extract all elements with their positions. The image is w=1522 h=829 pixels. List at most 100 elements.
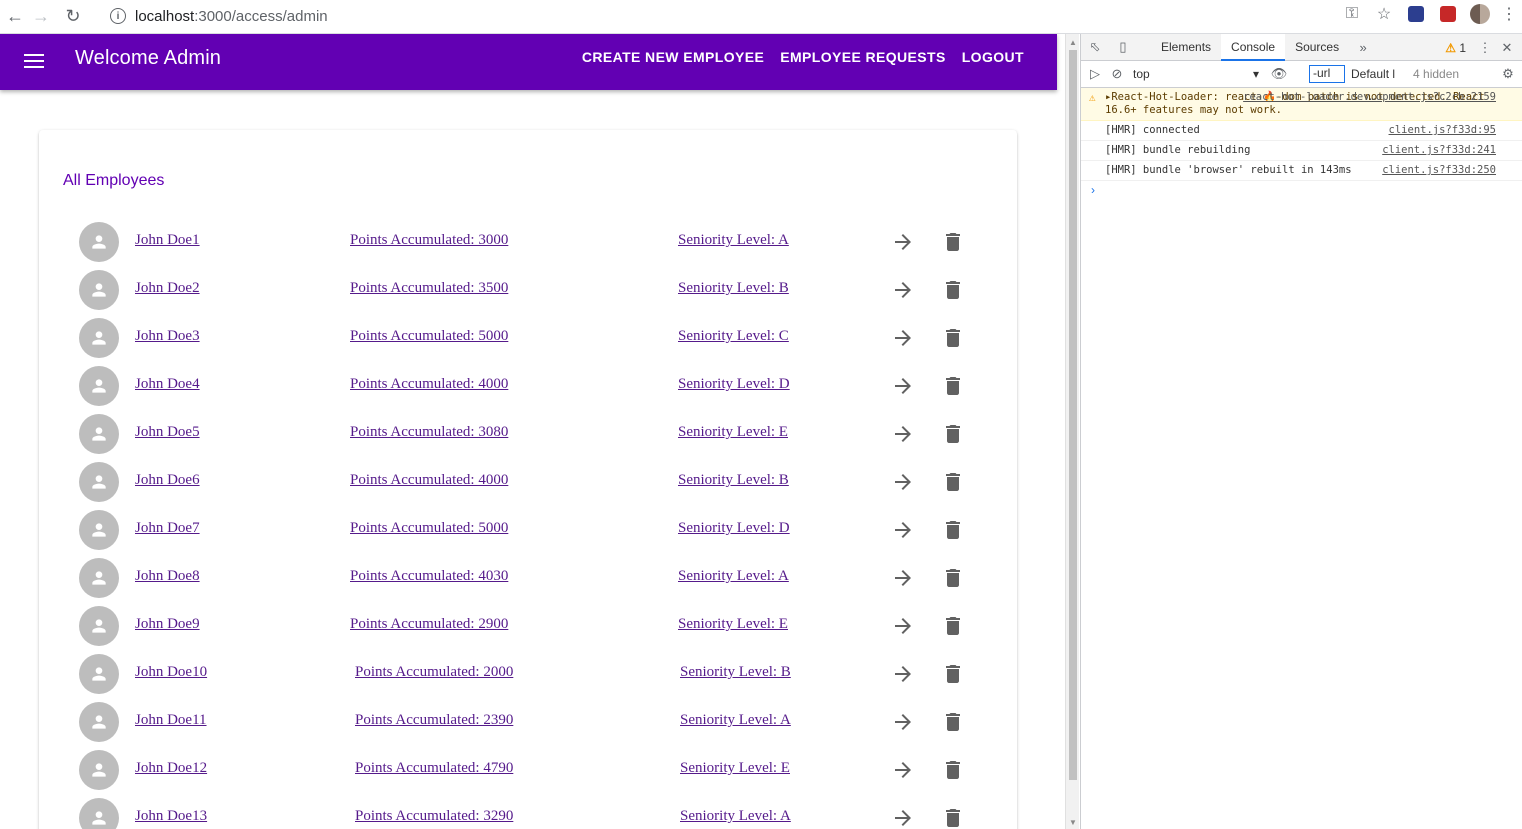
- arrow-forward-icon[interactable]: [891, 662, 915, 686]
- extension-icon[interactable]: [1432, 0, 1464, 28]
- arrow-forward-icon[interactable]: [891, 230, 915, 254]
- arrow-forward-icon[interactable]: [891, 710, 915, 734]
- arrow-forward-icon[interactable]: [891, 806, 915, 829]
- devtools-menu-icon[interactable]: ⋮: [1474, 34, 1496, 61]
- extension-icon[interactable]: [1400, 0, 1432, 28]
- scrollbar-thumb[interactable]: [1069, 50, 1077, 780]
- arrow-forward-icon[interactable]: [891, 614, 915, 638]
- source-link[interactable]: client.js?f33d:250: [1382, 164, 1496, 177]
- delete-icon[interactable]: [941, 806, 965, 829]
- scroll-down-icon[interactable]: ▼: [1069, 818, 1077, 827]
- employee-points-link[interactable]: Points Accumulated: 3500: [350, 280, 508, 297]
- sidebar-toggle-icon[interactable]: ▷: [1081, 61, 1109, 88]
- employee-name-link[interactable]: John Doe13: [135, 808, 207, 825]
- employee-name-link[interactable]: John Doe3: [135, 328, 200, 345]
- employee-level-link[interactable]: Seniority Level: B: [680, 664, 791, 681]
- console-filter-input[interactable]: -url: [1309, 65, 1345, 83]
- employee-name-link[interactable]: John Doe2: [135, 280, 200, 297]
- employee-points-link[interactable]: Points Accumulated: 5000: [350, 328, 508, 345]
- employee-points-link[interactable]: Points Accumulated: 5000: [350, 520, 508, 537]
- employee-name-link[interactable]: John Doe10: [135, 664, 207, 681]
- employee-level-link[interactable]: Seniority Level: B: [678, 280, 789, 297]
- arrow-forward-icon[interactable]: [891, 566, 915, 590]
- employee-level-link[interactable]: Seniority Level: C: [678, 328, 789, 345]
- delete-icon[interactable]: [941, 374, 965, 398]
- employee-name-link[interactable]: John Doe7: [135, 520, 200, 537]
- arrow-forward-icon[interactable]: [891, 422, 915, 446]
- employee-level-link[interactable]: Seniority Level: E: [678, 424, 788, 441]
- employee-name-link[interactable]: John Doe12: [135, 760, 207, 777]
- tab-elements[interactable]: Elements: [1151, 34, 1221, 61]
- employee-name-link[interactable]: John Doe11: [135, 712, 207, 729]
- delete-icon[interactable]: [941, 518, 965, 542]
- clear-console-icon[interactable]: ⊘: [1109, 61, 1125, 88]
- arrow-forward-icon[interactable]: [891, 278, 915, 302]
- tab-console[interactable]: Console: [1221, 33, 1286, 61]
- key-icon[interactable]: ⚿: [1336, 0, 1368, 28]
- employee-points-link[interactable]: Points Accumulated: 3000: [350, 232, 508, 249]
- source-link[interactable]: client.js?f33d:241: [1382, 144, 1496, 157]
- employee-level-link[interactable]: Seniority Level: E: [680, 760, 790, 777]
- employee-requests-button[interactable]: EMPLOYEE REQUESTS: [780, 49, 946, 65]
- delete-icon[interactable]: [941, 422, 965, 446]
- eye-icon[interactable]: 👁: [1259, 61, 1299, 88]
- device-toolbar-icon[interactable]: ▯: [1109, 34, 1137, 61]
- context-select[interactable]: top ▾: [1133, 67, 1259, 81]
- employee-level-link[interactable]: Seniority Level: A: [678, 232, 789, 249]
- employee-level-link[interactable]: Seniority Level: A: [680, 808, 791, 825]
- employee-points-link[interactable]: Points Accumulated: 4000: [350, 376, 508, 393]
- arrow-forward-icon[interactable]: [891, 326, 915, 350]
- delete-icon[interactable]: [941, 278, 965, 302]
- page-scrollbar[interactable]: ▲ ▼: [1065, 34, 1079, 829]
- site-info-icon[interactable]: i: [110, 8, 126, 24]
- scroll-up-icon[interactable]: ▲: [1069, 38, 1077, 47]
- create-employee-button[interactable]: CREATE NEW EMPLOYEE: [582, 49, 764, 65]
- tab-sources[interactable]: Sources: [1285, 34, 1349, 61]
- delete-icon[interactable]: [941, 758, 965, 782]
- employee-level-link[interactable]: Seniority Level: A: [680, 712, 791, 729]
- star-icon[interactable]: ☆: [1368, 0, 1400, 28]
- employee-level-link[interactable]: Seniority Level: D: [678, 520, 790, 537]
- employee-name-link[interactable]: John Doe1: [135, 232, 200, 249]
- delete-icon[interactable]: [941, 566, 965, 590]
- employee-level-link[interactable]: Seniority Level: E: [678, 616, 788, 633]
- delete-icon[interactable]: [941, 662, 965, 686]
- employee-points-link[interactable]: Points Accumulated: 2390: [355, 712, 513, 729]
- employee-name-link[interactable]: John Doe5: [135, 424, 200, 441]
- warning-badge[interactable]: ⚠ 1: [1445, 41, 1466, 55]
- employee-level-link[interactable]: Seniority Level: B: [678, 472, 789, 489]
- source-link[interactable]: react-hot-loader.dev…opment.js?c2cb:2159: [1243, 91, 1496, 104]
- address-bar[interactable]: i localhost:3000/access/admin: [100, 2, 1380, 30]
- arrow-forward-icon[interactable]: [891, 374, 915, 398]
- delete-icon[interactable]: [941, 326, 965, 350]
- close-devtools-icon[interactable]: ✕: [1496, 34, 1518, 61]
- employee-points-link[interactable]: Points Accumulated: 4790: [355, 760, 513, 777]
- employee-name-link[interactable]: John Doe8: [135, 568, 200, 585]
- reload-icon[interactable]: ↻: [60, 4, 86, 30]
- delete-icon[interactable]: [941, 230, 965, 254]
- employee-level-link[interactable]: Seniority Level: D: [678, 376, 790, 393]
- menu-icon[interactable]: [24, 50, 46, 72]
- profile-avatar[interactable]: [1464, 0, 1496, 28]
- employee-points-link[interactable]: Points Accumulated: 3290: [355, 808, 513, 825]
- forward-icon[interactable]: →: [28, 4, 54, 30]
- employee-points-link[interactable]: Points Accumulated: 2900: [350, 616, 508, 633]
- arrow-forward-icon[interactable]: [891, 518, 915, 542]
- employee-level-link[interactable]: Seniority Level: A: [678, 568, 789, 585]
- employee-points-link[interactable]: Points Accumulated: 4030: [350, 568, 508, 585]
- arrow-forward-icon[interactable]: [891, 470, 915, 494]
- console-settings-icon[interactable]: ⚙: [1494, 61, 1522, 88]
- more-vert-icon[interactable]: ⋮: [1496, 0, 1522, 28]
- more-tabs-icon[interactable]: »: [1349, 34, 1377, 61]
- delete-icon[interactable]: [941, 710, 965, 734]
- employee-points-link[interactable]: Points Accumulated: 2000: [355, 664, 513, 681]
- employee-name-link[interactable]: John Doe9: [135, 616, 200, 633]
- logout-button[interactable]: LOGOUT: [962, 49, 1024, 65]
- console-prompt[interactable]: ›: [1081, 181, 1522, 199]
- delete-icon[interactable]: [941, 614, 965, 638]
- back-icon[interactable]: ←: [2, 4, 28, 30]
- employee-name-link[interactable]: John Doe4: [135, 376, 200, 393]
- delete-icon[interactable]: [941, 470, 965, 494]
- source-link[interactable]: client.js?f33d:95: [1389, 124, 1496, 137]
- employee-name-link[interactable]: John Doe6: [135, 472, 200, 489]
